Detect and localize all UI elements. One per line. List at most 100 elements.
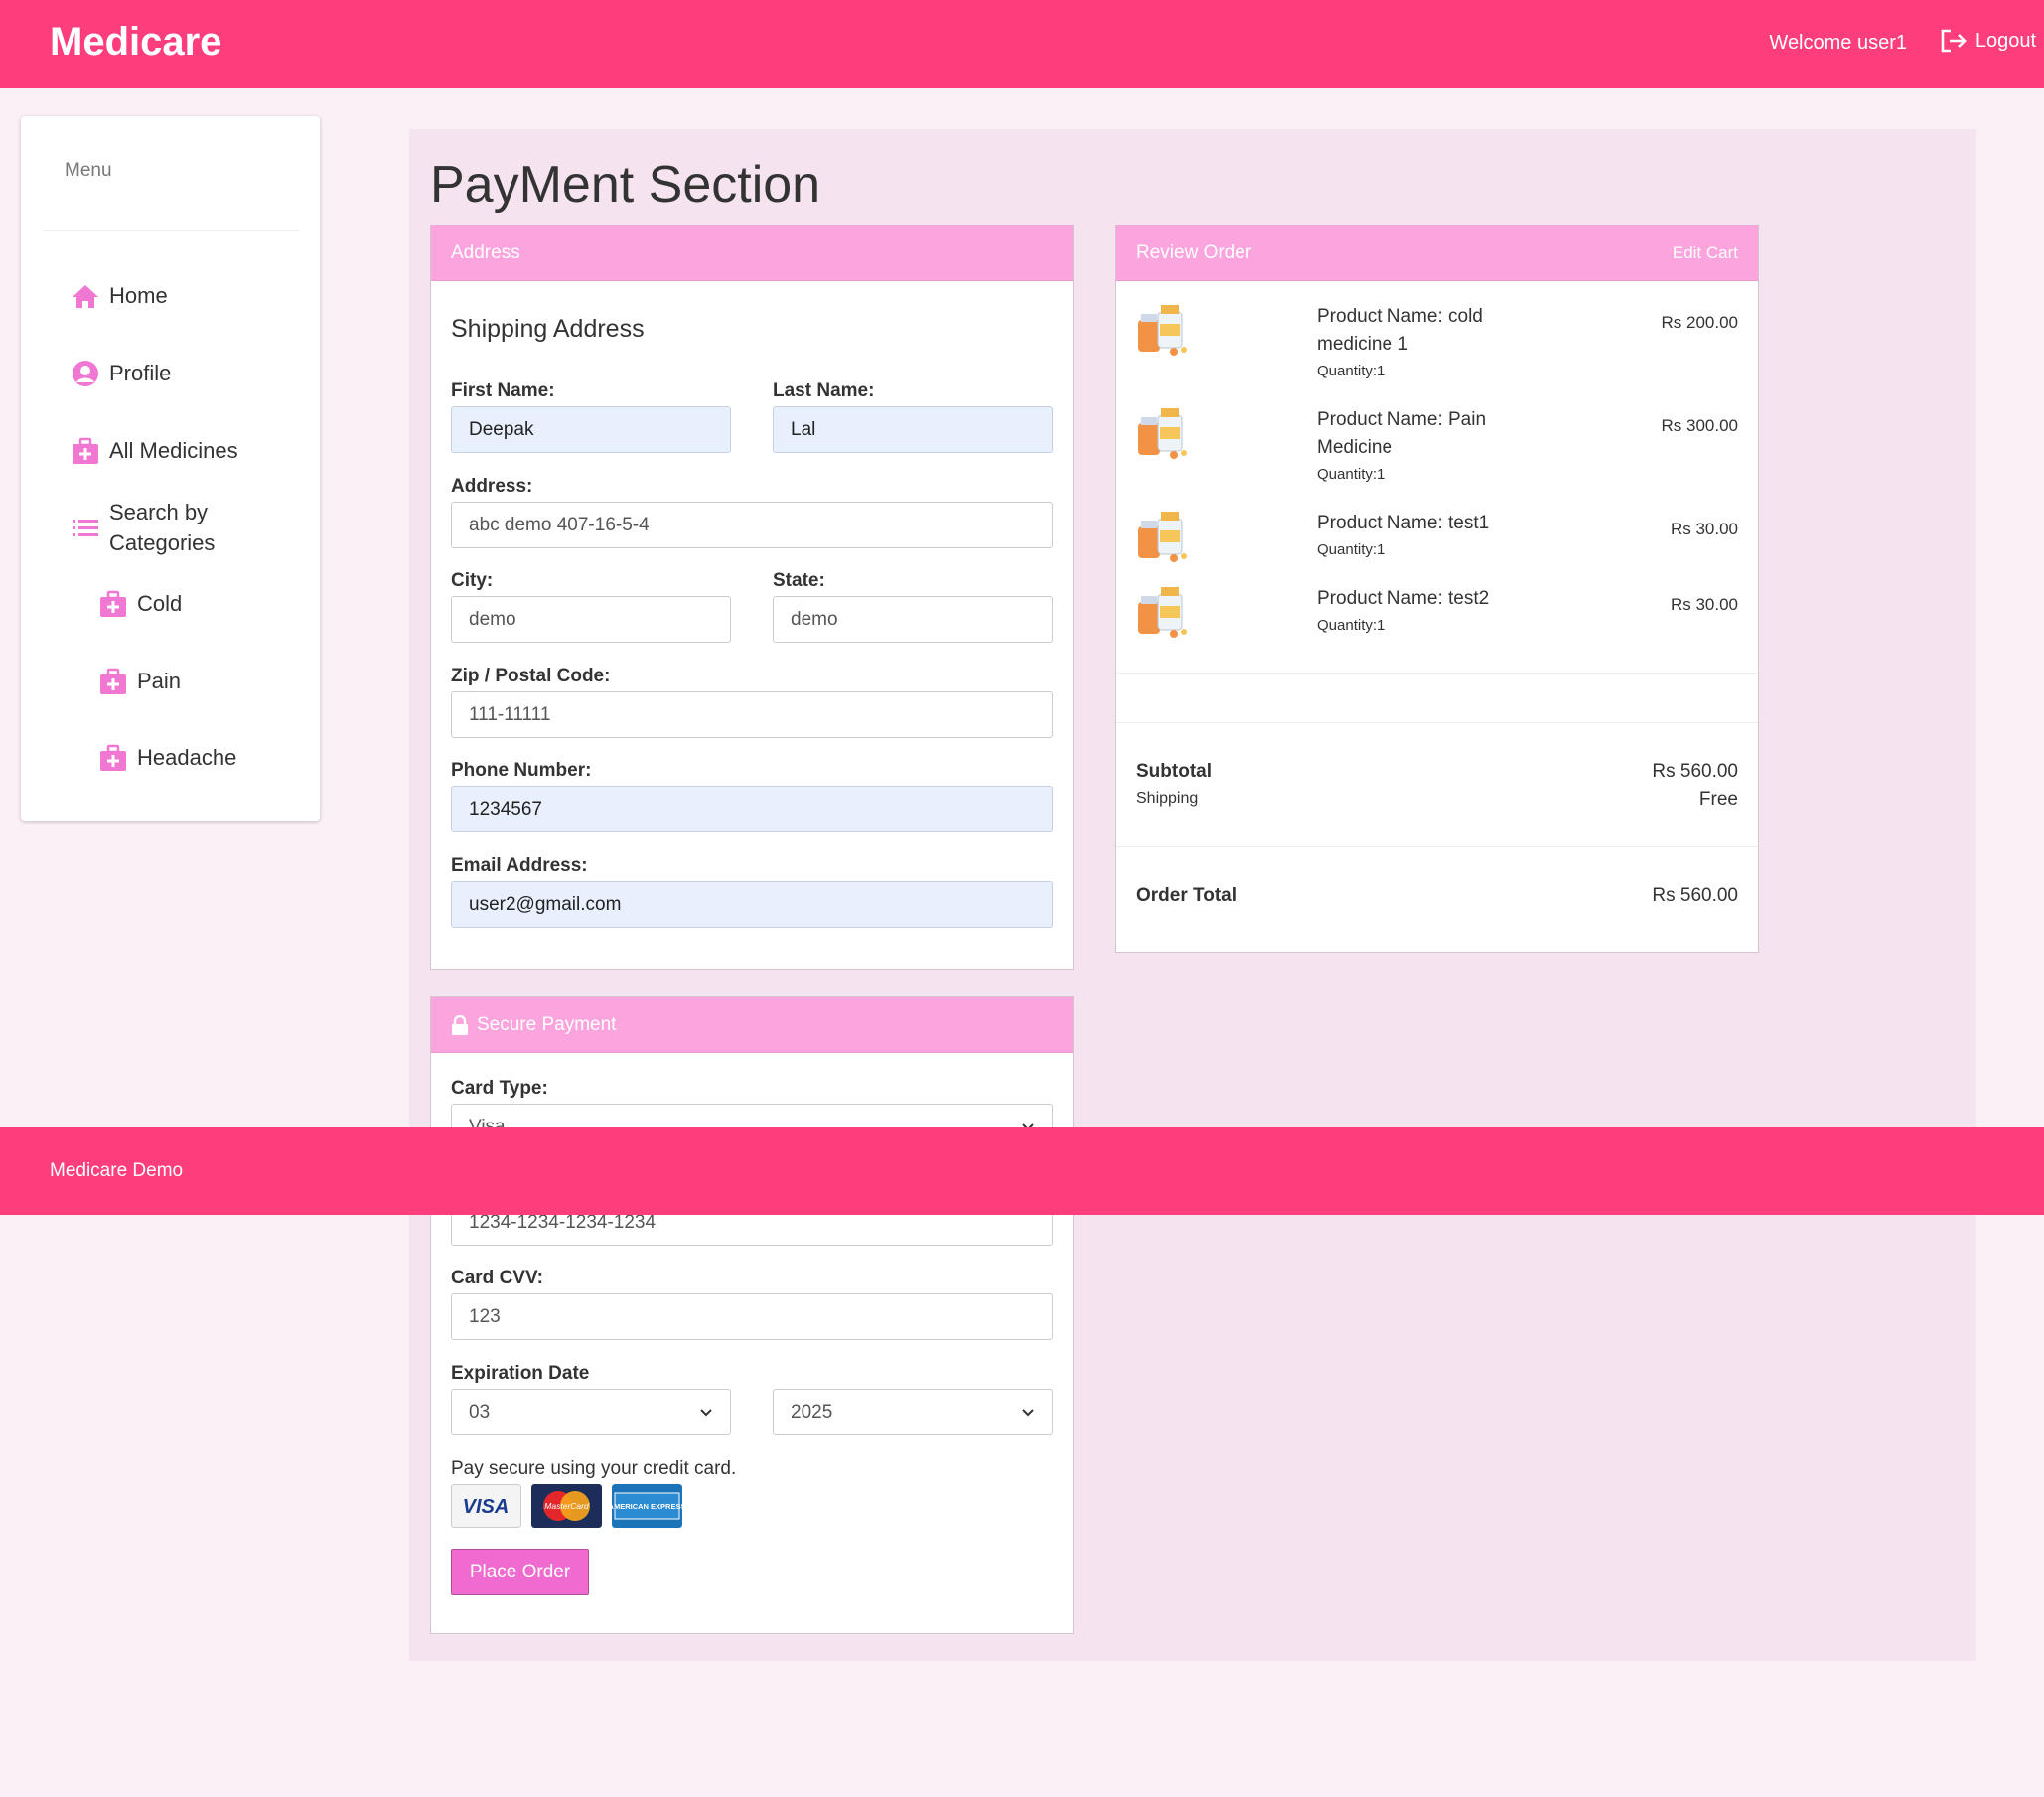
address-heading: Address: [451, 241, 520, 263]
list-icon: [73, 520, 98, 536]
sidebar-item-label: Profile: [109, 361, 172, 385]
card-cvv-field[interactable]: 123: [451, 1293, 1053, 1340]
cart-item-name: Product Name: test2: [1317, 588, 1490, 609]
email-field[interactable]: user2@gmail.com: [451, 881, 1053, 928]
address-label: Address:: [451, 476, 533, 497]
medical-kit-icon: [100, 590, 126, 617]
menu-divider: [43, 230, 299, 231]
cart-item-price: Rs 30.00: [1670, 595, 1738, 614]
divider: [1116, 722, 1758, 723]
svg-text:VISA: VISA: [463, 1496, 510, 1518]
review-order-heading: Review Order: [1136, 241, 1252, 263]
shipping-label: Shipping: [1136, 790, 1199, 807]
sidebar-item-label: Headache: [137, 745, 237, 770]
chevron-down-icon: [1022, 1408, 1034, 1416]
brand-logo[interactable]: Medicare: [50, 20, 221, 65]
last-name-label: Last Name:: [773, 380, 875, 401]
cart-item-quantity: Quantity:1: [1317, 363, 1386, 379]
card-cvv-label: Card CVV:: [451, 1268, 543, 1288]
place-order-button[interactable]: Place Order: [451, 1549, 589, 1595]
sidebar-item-label: Search by Categories: [109, 500, 216, 555]
sidebar-item-search-by-categories[interactable]: Search by Categories: [72, 497, 270, 558]
divider: [1116, 846, 1758, 847]
cart-item-price: Rs 300.00: [1661, 416, 1739, 435]
sidebar-item-profile[interactable]: Profile: [72, 360, 171, 387]
secure-payment-header: Secure Payment: [431, 997, 1073, 1053]
phone-label: Phone Number:: [451, 760, 592, 781]
order-total-label: Order Total: [1136, 885, 1237, 906]
expiration-year-value: 2025: [791, 1401, 833, 1423]
cart-item-quantity: Quantity:1: [1317, 617, 1386, 634]
expiration-year-select[interactable]: 2025: [773, 1389, 1053, 1435]
user-circle-icon: [73, 361, 98, 386]
sidebar-item-headache[interactable]: Headache: [99, 744, 236, 772]
svg-text:AMERICAN EXPRESS: AMERICAN EXPRESS: [612, 1502, 682, 1511]
review-order-panel: Review Order Edit Cart Product Name: col…: [1115, 225, 1759, 953]
state-label: State:: [773, 570, 825, 591]
address-panel: Address Shipping Address First Name: Dee…: [430, 225, 1074, 970]
zip-field[interactable]: 111-11111: [451, 691, 1053, 738]
address-field[interactable]: abc demo 407-16-5-4: [451, 502, 1053, 548]
welcome-text: Welcome user1: [1769, 32, 1907, 54]
home-icon: [73, 285, 98, 308]
last-name-field[interactable]: Lal: [773, 406, 1053, 453]
city-label: City:: [451, 570, 494, 591]
cart-item-quantity: Quantity:1: [1317, 466, 1386, 483]
first-name-label: First Name:: [451, 380, 555, 401]
cart-item-price: Rs 200.00: [1661, 313, 1739, 332]
lock-icon: [452, 1014, 468, 1035]
cart-item-price: Rs 30.00: [1670, 520, 1738, 538]
sidebar-item-label: Pain: [137, 669, 182, 693]
secure-payment-heading: Secure Payment: [477, 1013, 617, 1035]
email-label: Email Address:: [451, 855, 588, 876]
page-title: PayMent Section: [430, 156, 821, 214]
divider: [1116, 673, 1758, 674]
sidebar-item-pain[interactable]: Pain: [99, 668, 181, 695]
card-type-label: Card Type:: [451, 1078, 548, 1099]
sidebar-item-label: Cold: [137, 591, 183, 616]
sidebar-item-cold[interactable]: Cold: [99, 590, 182, 618]
review-order-header: Review Order Edit Cart: [1116, 225, 1758, 281]
logout-label: Logout: [1974, 29, 2036, 52]
medical-kit-icon: [100, 744, 126, 771]
footer: Medicare Demo: [0, 1127, 2044, 1215]
medical-kit-icon: [100, 668, 126, 694]
footer-text: Medicare Demo: [50, 1160, 184, 1181]
secure-payment-panel: Secure Payment Card Type: Visa 1234-1234…: [430, 996, 1074, 1634]
sidebar-item-label: All Medicines: [109, 438, 238, 463]
top-navbar: Medicare Welcome user1 Logout: [0, 0, 2044, 88]
address-panel-header: Address: [431, 225, 1073, 281]
shipping-address-title: Shipping Address: [451, 315, 645, 343]
expiration-date-label: Expiration Date: [451, 1363, 590, 1384]
phone-field[interactable]: 1234567: [451, 786, 1053, 832]
sidebar-item-all-medicines[interactable]: All Medicines: [72, 437, 238, 465]
first-name-field[interactable]: Deepak: [451, 406, 731, 453]
shipping-value: Free: [1698, 789, 1738, 810]
medicine-bottles-icon[interactable]: [1134, 302, 1192, 360]
amex-logo: AMERICAN EXPRESS: [612, 1484, 682, 1528]
medicine-bottles-icon[interactable]: [1134, 509, 1192, 566]
order-total-value: Rs 560.00: [1652, 885, 1738, 906]
state-field[interactable]: demo: [773, 596, 1053, 643]
medicine-bottles-icon[interactable]: [1134, 405, 1192, 463]
main-content: PayMent Section Address Shipping Address…: [409, 129, 1976, 1661]
logout-icon: [1941, 29, 1967, 53]
sidebar-item-label: Home: [109, 283, 168, 308]
cart-item-name: Product Name: cold medicine 1: [1317, 306, 1483, 355]
edit-cart-link[interactable]: Edit Cart: [1673, 243, 1738, 263]
logout-link[interactable]: Logout: [1940, 28, 2036, 54]
cart-item-name: Product Name: Pain Medicine: [1317, 409, 1487, 458]
city-field[interactable]: demo: [451, 596, 731, 643]
visa-logo: VISA: [451, 1484, 521, 1528]
medicine-bottles-icon[interactable]: [1134, 584, 1192, 642]
expiration-month-select[interactable]: 03: [451, 1389, 731, 1435]
subtotal-value: Rs 560.00: [1652, 761, 1738, 782]
cart-item-name: Product Name: test1: [1317, 513, 1490, 533]
sidebar: Menu Home Profile All Medicines Search b…: [21, 116, 320, 821]
subtotal-label: Subtotal: [1136, 761, 1212, 782]
medical-kit-icon: [73, 437, 98, 464]
svg-text:MasterCard: MasterCard: [544, 1501, 589, 1511]
mastercard-logo: MasterCard: [531, 1484, 602, 1528]
expiration-month-value: 03: [469, 1401, 491, 1423]
sidebar-item-home[interactable]: Home: [72, 283, 168, 309]
